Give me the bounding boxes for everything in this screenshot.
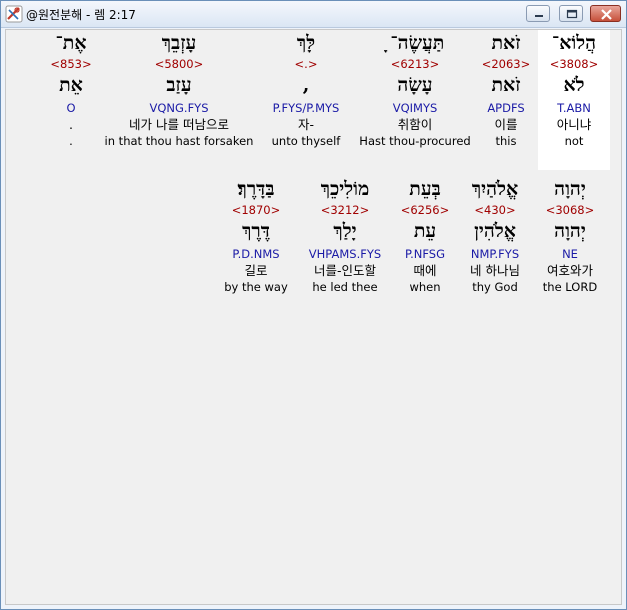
korean-gloss: 여호와가 (546, 263, 593, 278)
strong-number: <3068> (545, 203, 595, 217)
morphology-code: NE (562, 247, 578, 261)
english-gloss: this (495, 134, 517, 148)
hebrew-word: זֹאת (491, 32, 521, 54)
word-column[interactable]: מוֹלִיכֵךְ <3212> יָלַךְ VHPAMS.FYS 너를-인… (298, 176, 392, 295)
english-gloss: he led thee (312, 280, 378, 294)
hebrew-word: בְּעֵת (409, 178, 441, 200)
morphology-code: P.D.NMS (232, 247, 280, 261)
morphology-code: VQNG.FYS (149, 101, 209, 115)
morphology-code: P.NFSG (404, 247, 446, 261)
maximize-icon (566, 9, 578, 19)
english-gloss: thy God (472, 280, 518, 294)
word-column[interactable]: תַּעֲשֶׂה־ ָ <6213> עָשָׂה VQIMYS 취함이 Ha… (356, 30, 474, 149)
korean-gloss: 취함이 (397, 117, 433, 132)
strong-number: <6213> (390, 57, 440, 71)
morphology-code: NMP.FYS (470, 247, 520, 261)
korean-gloss: 너를-인도할 (313, 263, 376, 278)
strong-number: <6256> (400, 203, 450, 217)
close-button[interactable] (590, 5, 621, 22)
korean-gloss: 때에 (413, 263, 437, 278)
strong-number: <3808> (549, 57, 599, 71)
hebrew-lexeme: , (302, 74, 310, 96)
strong-number: <853> (50, 57, 92, 71)
word-column[interactable]: עָזְבֵךְ <5800> עָזַב VQNG.FYS 네가 나를 떠남으… (104, 30, 254, 149)
strong-number: <2063> (481, 57, 531, 71)
hebrew-lexeme: לֹא (563, 74, 585, 96)
english-gloss: Hast thou-procured (359, 134, 471, 148)
word-column[interactable]: אֶת־ <853> אֵת O . . (42, 30, 100, 149)
morphology-code: VHPAMS.FYS (308, 247, 382, 261)
hebrew-lexeme: דֶּרֶךְ (242, 220, 270, 242)
english-gloss: when (409, 280, 441, 294)
word-column[interactable]: יְהוָה <3068> יְהוָה NE 여호와가 the LORD (532, 176, 608, 295)
verse-analysis-panel: הֲלוֹא־ <3808> לֹא T.ABN 아니냐 not זֹאת <2… (5, 29, 622, 605)
strong-number: <430> (474, 203, 516, 217)
english-gloss: the LORD (542, 280, 598, 294)
hebrew-word: תַּעֲשֶׂה־ ָ (385, 32, 445, 54)
strong-number: <1870> (231, 203, 281, 217)
word-column[interactable]: הֲלוֹא־ <3808> לֹא T.ABN 아니냐 not (538, 30, 610, 170)
word-column[interactable]: זֹאת <2063> זֹאת APDFS 이를 this (474, 30, 538, 149)
strong-number: <.> (294, 57, 318, 71)
korean-gloss: 자- (297, 117, 314, 132)
word-column[interactable]: בְּעֵת <6256> עֵת P.NFSG 때에 when (394, 176, 456, 295)
hebrew-word: לָּךְ (296, 32, 316, 54)
morphology-code: VQIMYS (392, 101, 438, 115)
morphology-code: O (66, 101, 76, 115)
app-window: @원전분해 - 렘 2:17 הֲלוֹא־ <3808> לֹא T.ABN … (0, 0, 627, 610)
korean-gloss: . (69, 117, 73, 132)
morphology-code: T.ABN (557, 101, 591, 115)
close-icon (601, 9, 612, 20)
word-column[interactable]: אֱלֹהַיִךְ <430> אֱלֹהִין NMP.FYS 네 하나님 … (458, 176, 532, 295)
hebrew-lexeme: יְהוָה (554, 220, 586, 242)
korean-gloss: 네 하나님 (470, 263, 520, 278)
korean-gloss: 네가 나를 떠남으로 (129, 117, 229, 132)
morphology-code: APDFS (487, 101, 525, 115)
maximize-button[interactable] (559, 5, 583, 22)
title-bar[interactable]: @원전분해 - 렘 2:17 (1, 1, 626, 28)
korean-gloss: 길로 (244, 263, 268, 278)
minimize-icon (535, 15, 543, 17)
hebrew-lexeme: יָלַךְ (333, 220, 357, 242)
hebrew-lexeme: עָזַב (166, 74, 192, 96)
hebrew-lexeme: אֵת (59, 74, 83, 96)
word-column[interactable]: לָּךְ <.> , P.FYS/P.MYS 자- unto thyself (256, 30, 356, 149)
korean-gloss: 이를 (494, 117, 518, 132)
word-column[interactable]: בַּדָּרֶךְ׃ <1870> דֶּרֶךְ P.D.NMS 길로 by… (216, 176, 296, 295)
hebrew-lexeme: אֱלֹהִין (474, 220, 516, 242)
english-gloss: by the way (224, 280, 288, 294)
minimize-button[interactable] (526, 5, 550, 22)
english-gloss: in that thou hast forsaken (104, 134, 254, 148)
hebrew-lexeme: עָשָׂה (397, 74, 433, 96)
window-title: @원전분해 - 렘 2:17 (26, 8, 136, 22)
hebrew-word: הֲלוֹא־ (551, 32, 597, 54)
morphology-code: P.FYS/P.MYS (272, 101, 340, 115)
hebrew-word: בַּדָּרֶךְ׃ (237, 178, 275, 200)
hebrew-word: אֱלֹהַיִךְ (471, 178, 519, 200)
hebrew-word: יְהוָה (554, 178, 586, 200)
app-logo-icon (5, 5, 23, 23)
hebrew-lexeme: עֵת (413, 220, 437, 242)
strong-number: <5800> (154, 57, 204, 71)
korean-gloss: 아니냐 (556, 117, 592, 132)
hebrew-word: מוֹלִיכֵךְ (320, 178, 370, 200)
hebrew-lexeme: זֹאת (491, 74, 521, 96)
english-gloss: . (69, 134, 73, 148)
strong-number: <3212> (320, 203, 370, 217)
hebrew-word: אֶת־ (55, 32, 87, 54)
english-gloss: not (564, 134, 584, 148)
hebrew-word: עָזְבֵךְ (161, 32, 197, 54)
english-gloss: unto thyself (271, 134, 341, 148)
